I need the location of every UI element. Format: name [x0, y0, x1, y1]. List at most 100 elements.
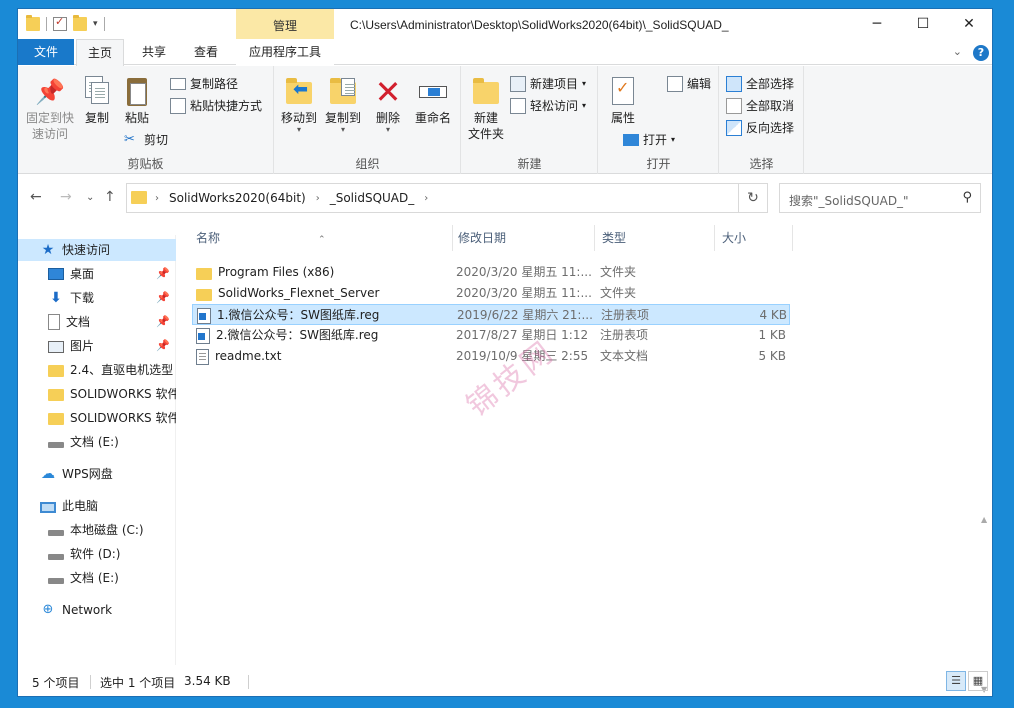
nav-item[interactable]: 文档 (E:) — [18, 431, 176, 453]
details-view-icon[interactable]: ☰ — [946, 671, 966, 691]
file-row[interactable]: SolidWorks_Flexnet_Server 2020/3/20 星期五 1… — [192, 283, 790, 304]
pin-icon: 📌 — [156, 315, 170, 328]
refresh-button[interactable]: ↻ — [738, 183, 768, 213]
nav-item-label: Network — [62, 603, 113, 617]
breadcrumb-item[interactable]: SolidWorks2020(64bit) — [169, 191, 306, 205]
drive-icon — [48, 441, 64, 448]
file-row[interactable]: Program Files (x86) 2020/3/20 星期五 11:... 文… — [192, 262, 790, 283]
rename-button[interactable]: 重命名 — [411, 76, 455, 126]
divider[interactable] — [792, 225, 793, 251]
select-none-button[interactable]: 全部取消 — [726, 96, 794, 116]
cut-button[interactable]: ✂ 剪切 — [124, 130, 168, 150]
paste-button[interactable]: 粘贴 — [120, 76, 154, 126]
file-size: 4 KB — [759, 308, 787, 322]
delete-button[interactable]: ✕ 删除 ▾ — [371, 76, 405, 134]
file-name: 1.微信公众号：SW图纸库.reg — [217, 308, 380, 322]
navigation-bar: ← → ⌄ ↑ › SolidWorks2020(64bit) › _Solid… — [18, 181, 992, 215]
vertical-scrollbar[interactable]: ▲ ▼ — [980, 215, 992, 694]
nav-item[interactable]: SOLIDWORKS 软件 — [18, 407, 176, 429]
address-bar[interactable]: › SolidWorks2020(64bit) › _SolidSQUAD_ ›… — [126, 183, 766, 213]
file-row[interactable]: 2.微信公众号：SW图纸库.reg 2017/8/27 星期日 1:12 注册表项 1… — [192, 325, 790, 346]
large-icons-view-icon[interactable]: ▦ — [968, 671, 988, 691]
new-folder-icon[interactable] — [73, 15, 87, 31]
properties-button[interactable]: 属性 — [605, 76, 641, 126]
move-to-button[interactable]: ⬅ 移动到 ▾ — [277, 76, 321, 134]
column-header-name-label: 名称 — [196, 231, 221, 245]
window-controls: ─ ☐ ✕ — [854, 9, 992, 39]
registry-file-icon — [197, 307, 211, 324]
group-label-open: 打开 — [646, 157, 671, 171]
nav-item[interactable]: ⬇ 下载 📌 — [18, 287, 176, 309]
up-arrow-icon[interactable]: ↑ — [104, 189, 116, 205]
folder-icon — [196, 267, 212, 280]
picture-icon — [48, 341, 64, 353]
quick-access-toolbar: ▾ — [26, 15, 105, 31]
copy-path-button[interactable]: 复制路径 — [170, 74, 238, 94]
column-header-name[interactable]: ⌃ 名称 — [180, 225, 456, 251]
nav-item[interactable]: 本地磁盘 (C:) — [18, 519, 176, 541]
nav-item[interactable]: 2.4、直驱电机选型 — [18, 359, 176, 381]
nav-item[interactable]: 桌面 📌 — [18, 263, 176, 285]
recent-locations-chevron-icon[interactable]: ⌄ — [86, 192, 94, 203]
tab-share[interactable]: 共享 — [130, 39, 178, 65]
nav-item[interactable]: 此电脑 — [18, 495, 176, 517]
nav-item[interactable]: 软件 (D:) — [18, 543, 176, 565]
expand-ribbon-chevron-icon[interactable]: ⌄ — [953, 45, 962, 58]
copy-button[interactable]: 复制 — [80, 76, 114, 126]
nav-item[interactable]: 文档 (E:) — [18, 567, 176, 589]
breadcrumb-item[interactable]: _SolidSQUAD_ — [330, 191, 415, 205]
rename-label: 重命名 — [414, 111, 451, 125]
nav-item[interactable]: 文档 📌 — [18, 311, 176, 333]
drive-icon — [48, 553, 64, 560]
invert-selection-button[interactable]: 反向选择 — [726, 118, 794, 138]
column-header-date[interactable]: 修改日期 — [442, 225, 586, 251]
file-row[interactable]: 1.微信公众号：SW图纸库.reg 2019/6/22 星期六 21:... 注册表… — [192, 304, 790, 325]
file-name-cell: SolidWorks_Flexnet_Server — [196, 283, 448, 304]
paste-shortcut-icon — [170, 98, 186, 114]
properties-icon[interactable] — [53, 15, 67, 31]
maximize-button[interactable]: ☐ — [900, 9, 946, 39]
new-item-button[interactable]: 新建项目 ▾ — [510, 74, 586, 94]
close-button[interactable]: ✕ — [946, 9, 992, 39]
chevron-right-icon[interactable]: › — [424, 193, 428, 204]
tab-file[interactable]: 文件 — [18, 39, 74, 65]
pin-quick-access-button[interactable]: 📌 固定到快 速访问 — [24, 76, 76, 142]
scroll-up-icon[interactable]: ▲ — [981, 515, 987, 524]
file-type: 注册表项 — [601, 308, 650, 322]
column-header-type[interactable]: 类型 — [586, 225, 706, 251]
contextual-tab-manage[interactable]: 管理 — [236, 9, 334, 39]
easy-access-button[interactable]: 轻松访问 ▾ — [510, 96, 586, 116]
divider — [46, 17, 47, 31]
edit-button[interactable]: 编辑 — [667, 74, 711, 94]
new-folder-button[interactable]: 新建 文件夹 — [466, 76, 506, 142]
copy-path-icon — [170, 78, 186, 90]
folder-icon — [196, 288, 212, 301]
file-name-cell: 1.微信公众号：SW图纸库.reg — [197, 305, 449, 326]
open-button[interactable]: 打开 ▾ — [623, 130, 675, 150]
minimize-button[interactable]: ─ — [854, 9, 900, 39]
help-icon[interactable]: ? — [973, 45, 989, 61]
chevron-right-icon[interactable]: › — [316, 193, 320, 204]
back-arrow-icon[interactable]: ← — [30, 189, 42, 205]
paste-shortcut-button[interactable]: 粘贴快捷方式 — [170, 96, 262, 116]
nav-item[interactable]: SOLIDWORKS 软件 — [18, 383, 176, 405]
nav-item[interactable]: ☁ WPS网盘 — [18, 463, 176, 485]
nav-item[interactable]: ⊕ Network — [18, 599, 176, 621]
tab-view[interactable]: 查看 — [182, 39, 230, 65]
nav-item[interactable]: 图片 📌 — [18, 335, 176, 357]
nav-item-label: 快速访问 — [62, 243, 111, 257]
column-header-size[interactable]: 大小 — [706, 225, 796, 251]
file-row[interactable]: readme.txt 2019/10/9 星期三 2:55 文本文档 5 KB — [192, 346, 790, 367]
copy-to-button[interactable]: 复制到 ▾ — [321, 76, 365, 134]
customize-toolbar-chevron-icon[interactable]: ▾ — [93, 19, 98, 29]
file-type: 文件夹 — [600, 265, 637, 279]
nav-item[interactable]: ★ 快速访问 — [18, 239, 176, 261]
breadcrumb: › SolidWorks2020(64bit) › _SolidSQUAD_ › — [155, 191, 428, 205]
tab-app-tools[interactable]: 应用程序工具 — [236, 39, 334, 65]
new-item-label: 新建项目 — [530, 77, 579, 91]
select-all-button[interactable]: 全部选择 — [726, 74, 794, 94]
search-input[interactable]: 搜索"_SolidSQUAD_" ⚲ — [779, 183, 981, 213]
forward-arrow-icon[interactable]: → — [60, 189, 72, 205]
group-new: 新建 文件夹 新建项目 ▾ 轻松访问 ▾ 新建 — [462, 66, 598, 174]
tab-home[interactable]: 主页 — [76, 39, 124, 66]
